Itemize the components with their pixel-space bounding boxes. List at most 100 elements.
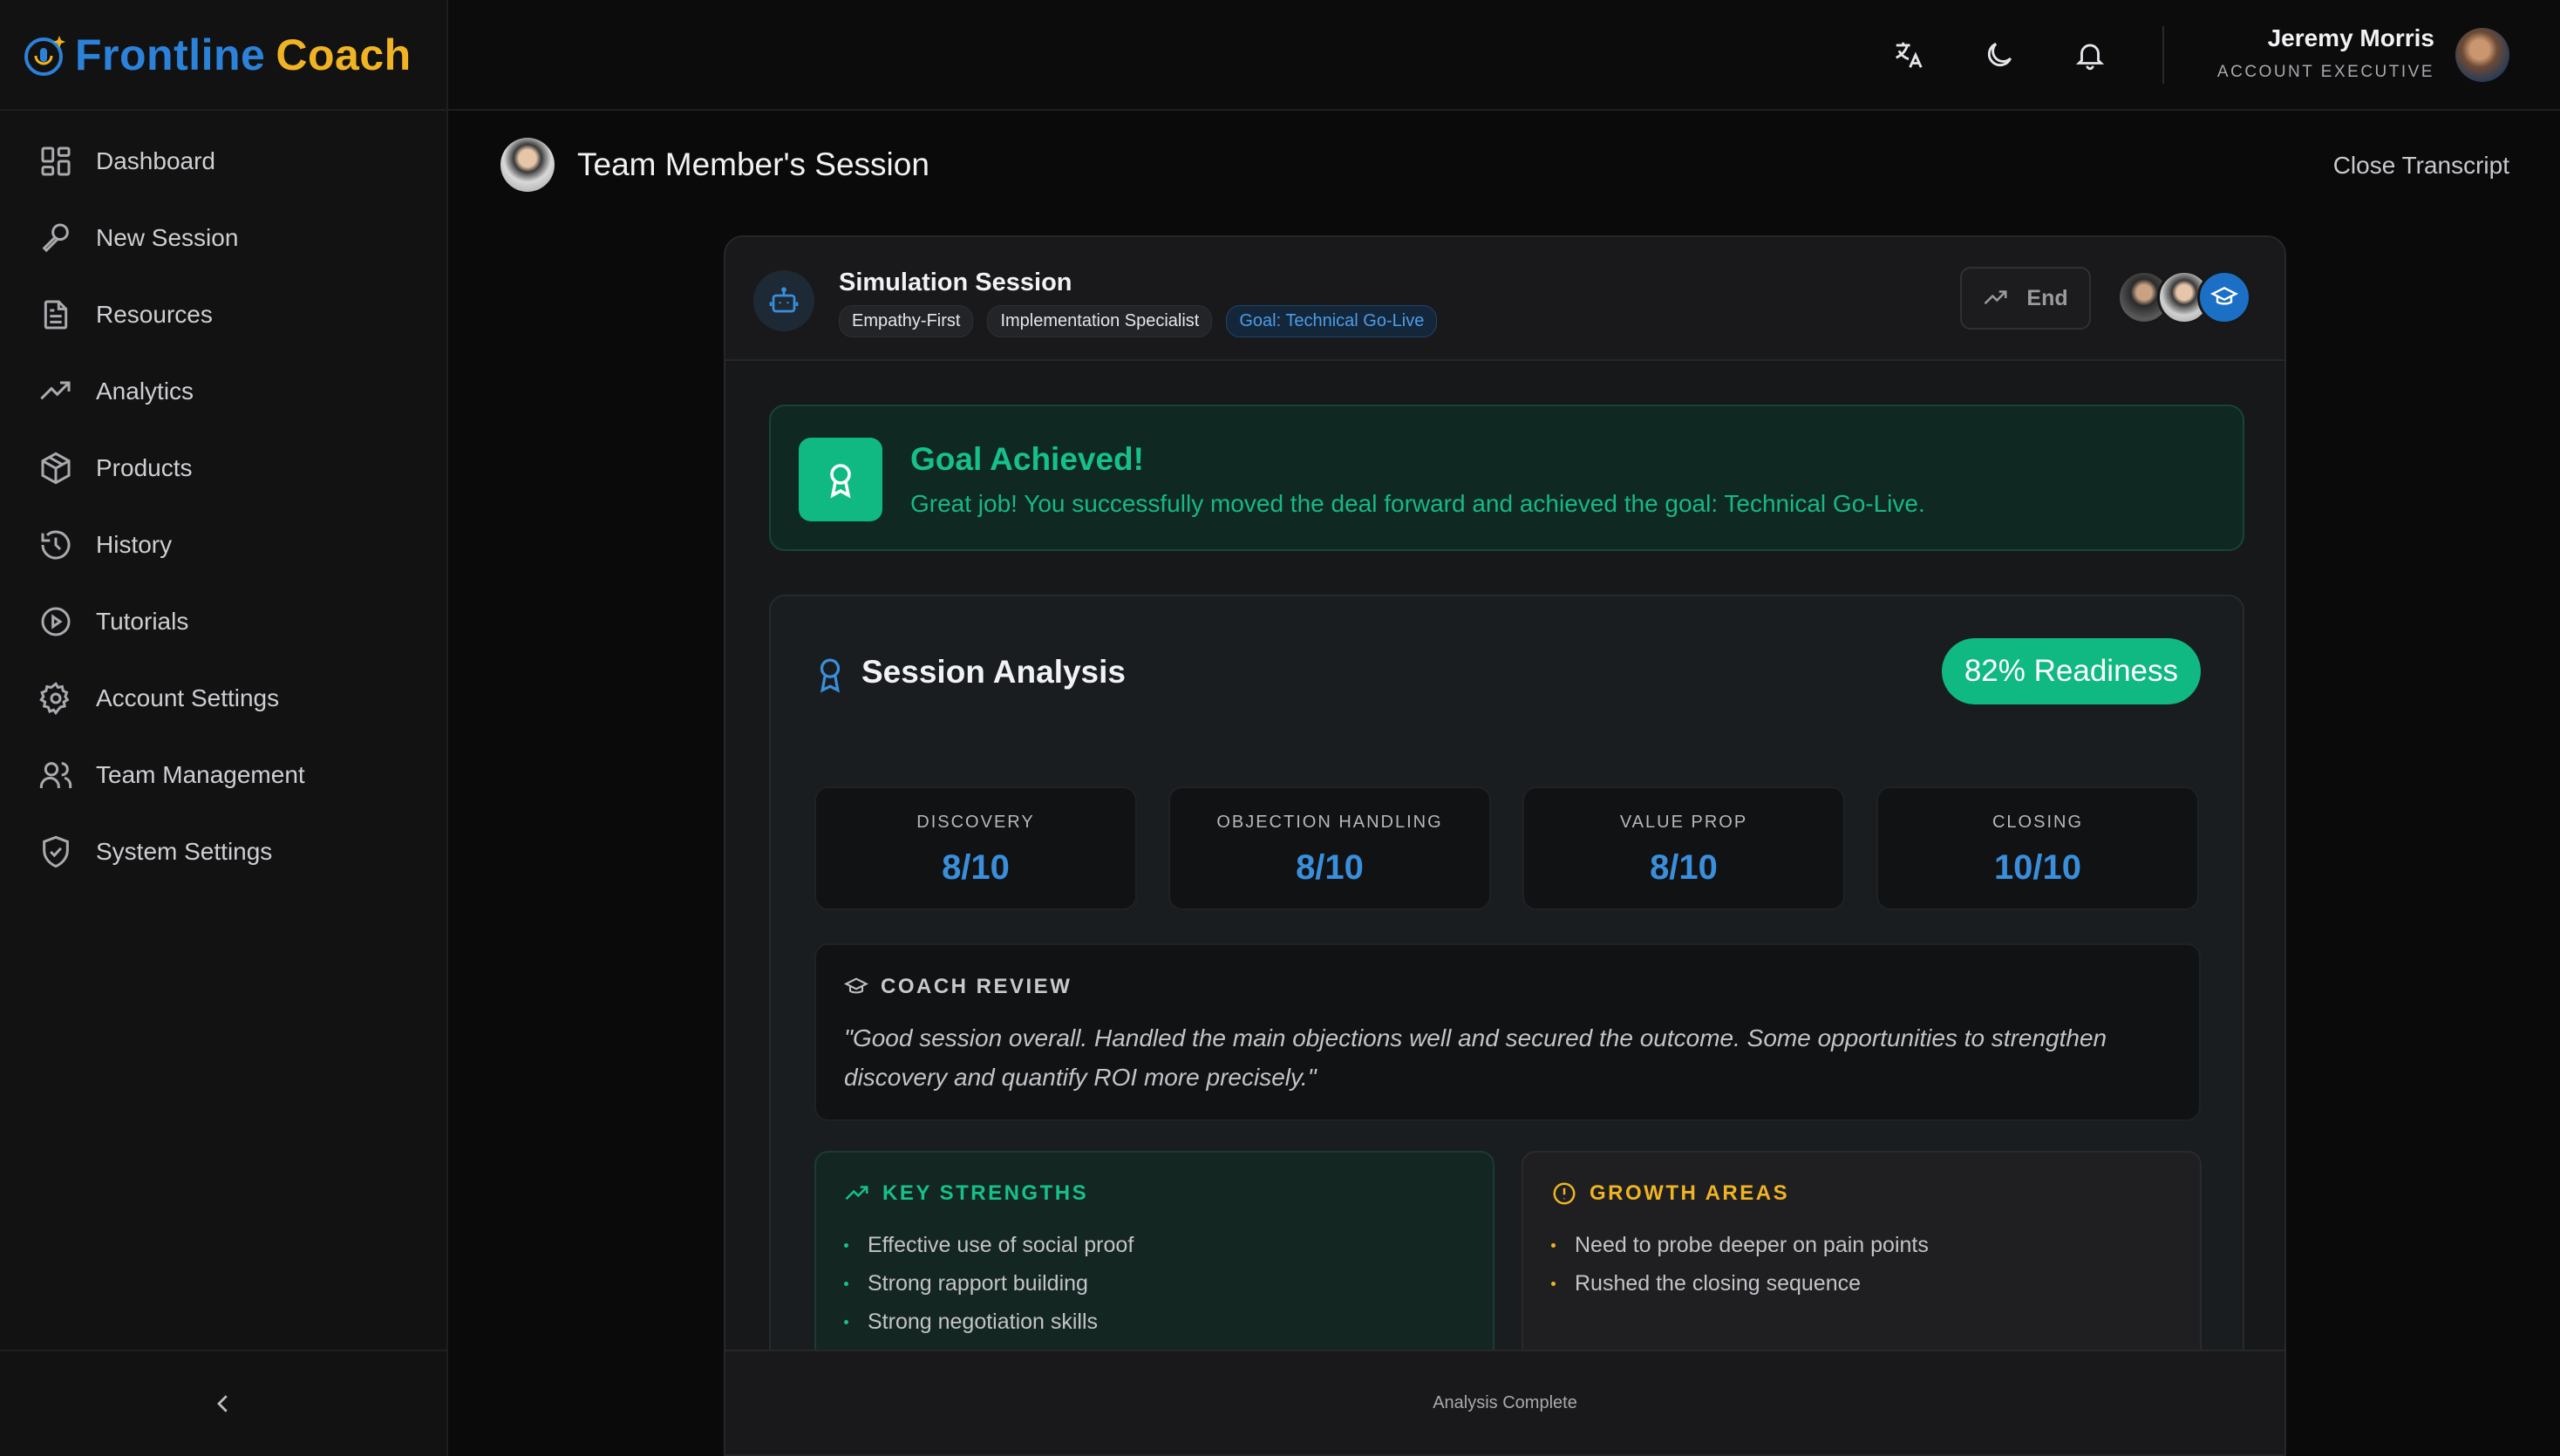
bot-icon: [768, 285, 800, 316]
sidebar-item-system-settings[interactable]: System Settings: [0, 813, 446, 890]
sidebar-item-resources[interactable]: Resources: [0, 276, 446, 353]
topbar-divider: [2162, 26, 2164, 84]
history-icon: [38, 527, 73, 562]
strengths-list: Effective use of social proof Strong rap…: [844, 1226, 1134, 1341]
score-value: 8/10: [942, 848, 1010, 887]
sidebar-item-label: New Session: [96, 224, 239, 251]
coach-avatar: [2197, 270, 2251, 324]
sidebar-item-products[interactable]: Products: [0, 430, 446, 507]
graduation-cap-icon: [2210, 283, 2238, 311]
score-label: DISCOVERY: [916, 813, 1035, 832]
bullet: [844, 1242, 848, 1248]
sidebar-nav: Dashboard New Session Resources Analytic…: [0, 111, 446, 890]
session-header: Simulation Session Empathy-First Impleme…: [725, 237, 2284, 361]
list-item: Effective use of social proof: [844, 1226, 1134, 1264]
score-label: VALUE PROP: [1619, 813, 1748, 832]
dashboard-grid-icon: [38, 144, 73, 179]
sidebar-item-label: Resources: [96, 301, 213, 328]
coach-review: COACH REVIEW "Good session overall. Hand…: [814, 943, 2201, 1121]
microphone-icon: [38, 221, 73, 255]
bell-icon[interactable]: [2073, 38, 2107, 71]
analysis-status: Analysis Complete: [1433, 1392, 1577, 1412]
play-circle-icon: [38, 604, 73, 639]
user-avatar[interactable]: [2455, 28, 2509, 82]
score-value: 8/10: [1650, 848, 1718, 887]
brand-logo[interactable]: Frontline Coach: [0, 0, 446, 111]
trending-up-icon: [1983, 285, 2009, 311]
sidebar-collapse-button[interactable]: [0, 1350, 446, 1456]
goal-achieved-banner: Goal Achieved! Great job! You successful…: [769, 405, 2244, 551]
growth-areas-heading: GROWTH AREAS: [1551, 1180, 1789, 1207]
topbar: Jeremy Morris ACCOUNT EXECUTIVE: [448, 0, 2560, 111]
alert-circle-icon: [1551, 1180, 1577, 1207]
score-label: OBJECTION HANDLING: [1216, 813, 1443, 832]
session-analysis-panel: Session Analysis 82% Readiness DISCOVERY…: [769, 595, 2244, 1454]
translate-icon[interactable]: [1892, 38, 1925, 71]
growth-areas-box: GROWTH AREAS Need to probe deeper on pai…: [1522, 1151, 2202, 1378]
team-member-avatar: [500, 138, 555, 192]
participant-avatars: [2117, 270, 2251, 324]
close-transcript-button[interactable]: Close Transcript: [2333, 152, 2509, 180]
sidebar-item-analytics[interactable]: Analytics: [0, 353, 446, 430]
session-tags: Empathy-First Implementation Specialist …: [839, 305, 1438, 337]
session-card: Simulation Session Empathy-First Impleme…: [724, 235, 2286, 1456]
score-card-discovery: DISCOVERY 8/10: [814, 786, 1137, 910]
tag-role: Implementation Specialist: [987, 305, 1213, 337]
list-item: Strong rapport building: [844, 1264, 1134, 1303]
chevron-left-icon: [210, 1391, 236, 1417]
box-icon: [38, 451, 73, 486]
session-bot-avatar: [753, 270, 814, 331]
sidebar-item-label: System Settings: [96, 838, 273, 865]
moon-icon[interactable]: [1983, 38, 2016, 71]
sidebar-item-dashboard[interactable]: Dashboard: [0, 123, 446, 200]
key-strengths-box: KEY STRENGTHS Effective use of social pr…: [814, 1151, 1494, 1378]
goal-title: Goal Achieved!: [910, 441, 1144, 477]
user-name: Jeremy Morris: [2267, 24, 2434, 51]
shield-check-icon: [38, 834, 73, 869]
brand-name-part1: Frontline: [75, 30, 266, 79]
mic-logo-icon: [23, 32, 68, 78]
key-strengths-heading-text: KEY STRENGTHS: [882, 1181, 1089, 1205]
goal-badge: [799, 438, 882, 521]
list-item: Strong negotiation skills: [844, 1303, 1134, 1341]
bullet: [844, 1319, 848, 1324]
gear-icon: [38, 681, 73, 716]
graduation-cap-icon: [844, 975, 868, 999]
sidebar-item-tutorials[interactable]: Tutorials: [0, 583, 446, 660]
sidebar-item-label: Tutorials: [96, 608, 189, 635]
score-value: 8/10: [1296, 848, 1364, 887]
score-card-value-prop: VALUE PROP 8/10: [1522, 786, 1845, 910]
page-title: Team Member's Session: [577, 146, 929, 182]
award-ribbon-icon: [814, 656, 846, 694]
sidebar-item-history[interactable]: History: [0, 507, 446, 583]
tag-goal: Goal: Technical Go-Live: [1226, 305, 1438, 337]
readiness-badge: 82% Readiness: [1941, 638, 2201, 704]
sidebar-item-account-settings[interactable]: Account Settings: [0, 660, 446, 737]
sidebar-item-label: Team Management: [96, 761, 305, 788]
analysis-status-footer: Analysis Complete: [725, 1350, 2284, 1454]
end-session-label: End: [2026, 285, 2068, 310]
trending-up-icon: [38, 374, 73, 409]
sidebar: Frontline Coach Dashboard New Session Res…: [0, 0, 448, 1456]
coach-review-heading-text: COACH REVIEW: [881, 975, 1072, 998]
growth-list: Need to probe deeper on pain points Rush…: [1551, 1226, 1929, 1303]
brand-name-part2: Coach: [276, 30, 412, 79]
score-value: 10/10: [1993, 848, 2082, 887]
bullet: [1551, 1242, 1556, 1248]
list-item: Need to probe deeper on pain points: [1551, 1226, 1929, 1264]
sidebar-item-new-session[interactable]: New Session: [0, 200, 446, 276]
users-icon: [38, 758, 73, 793]
list-item-text: Effective use of social proof: [868, 1233, 1134, 1257]
goal-text: Great job! You successfully moved the de…: [910, 490, 1925, 517]
end-session-button[interactable]: End: [1960, 267, 2091, 330]
coach-review-heading: COACH REVIEW: [844, 975, 1072, 999]
list-item-text: Need to probe deeper on pain points: [1575, 1233, 1929, 1257]
sidebar-item-team-management[interactable]: Team Management: [0, 737, 446, 813]
key-strengths-heading: KEY STRENGTHS: [844, 1180, 1088, 1207]
user-role: ACCOUNT EXECUTIVE: [2216, 63, 2434, 81]
session-title: Simulation Session: [839, 269, 1072, 296]
list-item-text: Strong negotiation skills: [868, 1310, 1099, 1334]
trending-up-icon: [844, 1180, 870, 1207]
list-item: Rushed the closing sequence: [1551, 1264, 1929, 1303]
list-item-text: Strong rapport building: [868, 1271, 1088, 1296]
